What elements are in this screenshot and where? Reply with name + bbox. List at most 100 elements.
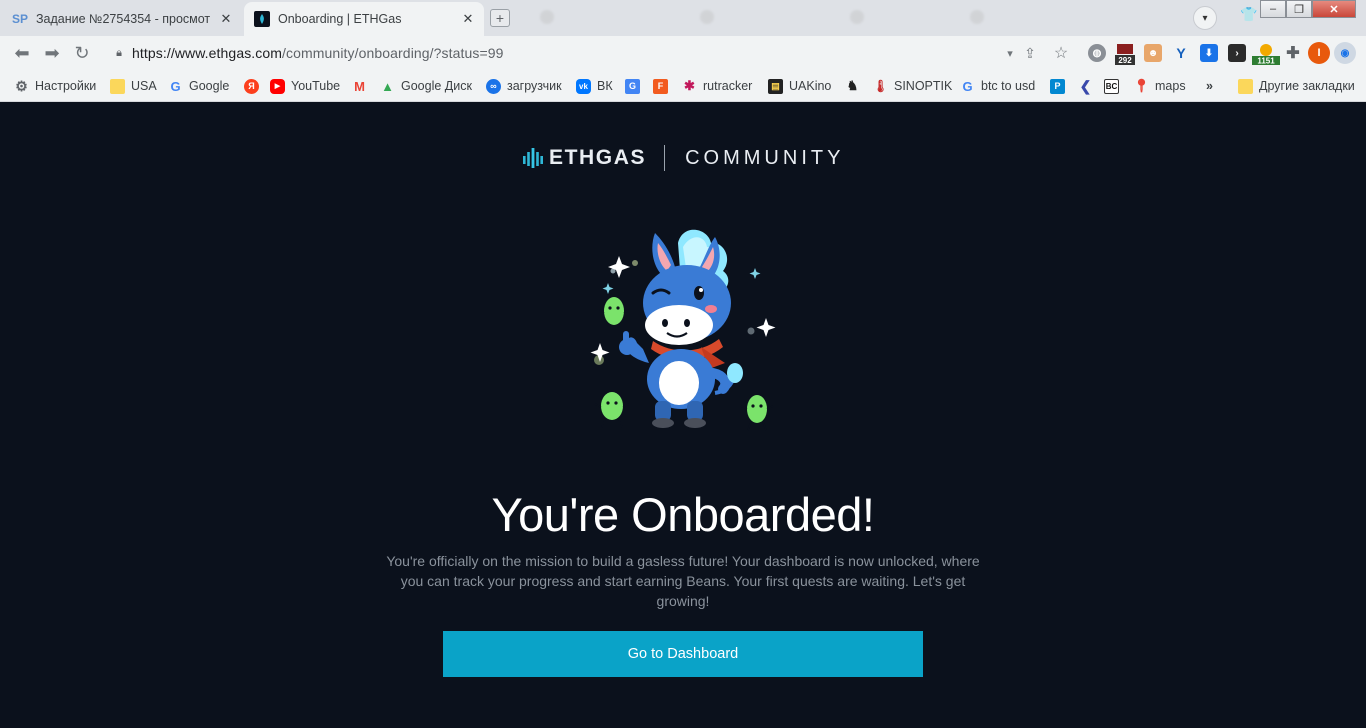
download-extension-icon[interactable]: ⬇: [1200, 44, 1218, 62]
forward-arrow-icon[interactable]: ➡: [40, 42, 64, 64]
google-icon: G: [170, 78, 181, 94]
ghost-tab: [970, 8, 1120, 26]
lock-icon[interactable]: 🔒︎: [106, 47, 132, 60]
bookmark-label: загрузчик: [507, 79, 562, 93]
bookmark-label: Настройки: [35, 79, 97, 93]
bookmark-maps[interactable]: 📍︎ maps: [1133, 78, 1186, 94]
folder-icon: [110, 78, 125, 94]
bookmarks-more-label: »: [1206, 79, 1213, 93]
bookmark-translate[interactable]: G: [625, 78, 640, 94]
onboarding-description: You're officially on the mission to buil…: [386, 553, 980, 609]
address-bar[interactable]: 🔒︎ https://www.ethgas.com/community/onbo…: [102, 40, 1022, 66]
calendar-extension-icon[interactable]: 292: [1114, 42, 1136, 66]
back-arrow-icon[interactable]: ⬅: [10, 42, 34, 64]
section-name: COMMUNITY: [685, 146, 845, 169]
extension-badge-292: 292: [1118, 56, 1132, 65]
translate-icon: G: [625, 78, 640, 94]
bookmark-google[interactable]: G Google: [168, 78, 229, 94]
minimize-button[interactable]: –: [1260, 0, 1286, 18]
gear-icon: ⚙: [15, 77, 28, 94]
tab-zadanie[interactable]: SP Задание №2754354 - просмотр з ✕: [2, 2, 242, 36]
sp-favicon: SP: [12, 12, 29, 26]
bookmark-settings[interactable]: ⚙ Настройки: [14, 78, 96, 94]
url-path: /community/onboarding/?status=99: [282, 45, 504, 61]
reload-icon[interactable]: ↻: [70, 42, 94, 64]
tab-onboarding[interactable]: Onboarding | ETHGas ✕: [244, 2, 484, 36]
ethgas-community-logo[interactable]: ETHGAS COMMUNITY: [523, 145, 844, 171]
url-host: https://www.ethgas.com: [132, 45, 283, 61]
bookmark-arrow[interactable]: ❮: [1078, 78, 1093, 94]
bookmark-label: rutracker: [703, 79, 753, 93]
terminal-extension-icon[interactable]: ›: [1228, 44, 1246, 62]
bookmark-usa[interactable]: USA: [110, 78, 157, 94]
maximize-button[interactable]: ❐: [1286, 0, 1312, 18]
close-window-button[interactable]: ✕: [1312, 0, 1356, 18]
bookmark-zagruzchik[interactable]: ∞ загрузчик: [486, 78, 562, 94]
youtube-icon: ▶: [270, 78, 285, 94]
bookmark-youtube[interactable]: ▶ YouTube: [270, 78, 340, 94]
donkey-mascot-illustration: [590, 229, 776, 431]
bookmark-label: Google: [189, 79, 230, 93]
bookmark-uakino[interactable]: ▤ UAKino: [768, 78, 831, 94]
tab-strip: SP Задание №2754354 - просмотр з ✕ Onboa…: [0, 0, 1366, 36]
bookmark-yandex[interactable]: Я: [244, 78, 259, 94]
window-controls: – ❐ ✕: [1260, 0, 1356, 18]
bookmark-label: maps: [1155, 79, 1186, 93]
bookmark-f[interactable]: F: [653, 78, 668, 94]
p-icon: P: [1050, 78, 1065, 94]
bookmark-rutracker[interactable]: ✱ rutracker: [682, 78, 752, 94]
page-title: You're Onboarded!: [491, 488, 875, 541]
shirt-icon: 👕: [1240, 6, 1258, 22]
bean-character: [740, 395, 774, 431]
bookmark-label: YouTube: [291, 79, 341, 93]
tab-search-chevron-down-icon[interactable]: ▾: [1193, 6, 1217, 30]
bookmark-vk[interactable]: vk ВК: [576, 78, 613, 94]
arrow-icon: ❮: [1079, 77, 1092, 94]
close-icon[interactable]: ✕: [460, 11, 476, 27]
bean-character: [597, 297, 631, 325]
profile-avatar[interactable]: I: [1308, 42, 1330, 64]
go-to-dashboard-button[interactable]: Go to Dashboard: [443, 631, 923, 677]
bitcoin-extension-icon[interactable]: 1151: [1252, 42, 1280, 66]
share-icon[interactable]: ⇪: [1018, 42, 1042, 64]
other-bookmarks-folder[interactable]: Другие закладки: [1238, 78, 1355, 94]
onboarding-page: ETHGAS COMMUNITY You're Onboarded! You'r…: [0, 103, 1366, 728]
bookmark-gmail[interactable]: M: [352, 78, 367, 94]
logo-divider: [664, 145, 666, 171]
bookmark-label: Google Диск: [401, 79, 472, 93]
bookmark-label: SINOPTIK: [894, 79, 953, 93]
profile-initial: I: [1317, 47, 1321, 59]
close-icon[interactable]: ✕: [218, 11, 234, 27]
link-icon: ∞: [486, 78, 501, 94]
thermometer-icon: 🌡︎: [872, 79, 889, 93]
tab-title: Задание №2754354 - просмотр з: [36, 12, 210, 26]
avatar-extension-icon[interactable]: ☻: [1144, 44, 1162, 62]
maps-icon: 📍︎: [1133, 78, 1150, 93]
bookmark-label: btc to usd: [981, 79, 1036, 93]
browser-toolbar: ⬅ ➡ ↻ 🔒︎ https://www.ethgas.com/communit…: [0, 36, 1366, 70]
bookmark-star-icon[interactable]: ☆: [1049, 42, 1073, 64]
bookmark-chess[interactable]: ♞: [845, 78, 860, 94]
bookmark-p[interactable]: P: [1050, 78, 1065, 94]
bookmark-btc-to-usd[interactable]: Gbtc to usd: [960, 78, 1035, 94]
ethgas-favicon-icon: [254, 11, 270, 27]
url-text[interactable]: https://www.ethgas.com/community/onboard…: [132, 45, 504, 61]
bookmarks-more-button[interactable]: »: [1206, 78, 1213, 94]
menu-extension-icon[interactable]: ◉: [1334, 42, 1356, 64]
globe-icon[interactable]: ◍: [1088, 44, 1106, 62]
bookmark-label: Другие закладки: [1259, 79, 1355, 93]
new-tab-button[interactable]: +: [490, 9, 510, 27]
v-extension-icon[interactable]: Y: [1172, 44, 1190, 62]
bookmark-google-drive[interactable]: ▲ Google Диск: [380, 78, 472, 94]
bookmark-sinoptik[interactable]: 🌡︎ SINOPTIK: [873, 78, 952, 94]
ethgas-logo-icon: [523, 148, 543, 168]
bookmark-label: UAKino: [789, 79, 832, 93]
extension-badge-1151: 1151: [1257, 57, 1275, 66]
puzzle-extensions-icon[interactable]: ✚: [1284, 44, 1302, 62]
background-tabs: [520, 6, 1100, 30]
tab-title: Onboarding | ETHGas: [278, 12, 402, 26]
gmail-icon: M: [354, 78, 365, 94]
bookmark-bc[interactable]: BC: [1104, 78, 1119, 94]
bookmark-label: ВК: [597, 79, 613, 93]
folder-icon: [1238, 78, 1253, 94]
